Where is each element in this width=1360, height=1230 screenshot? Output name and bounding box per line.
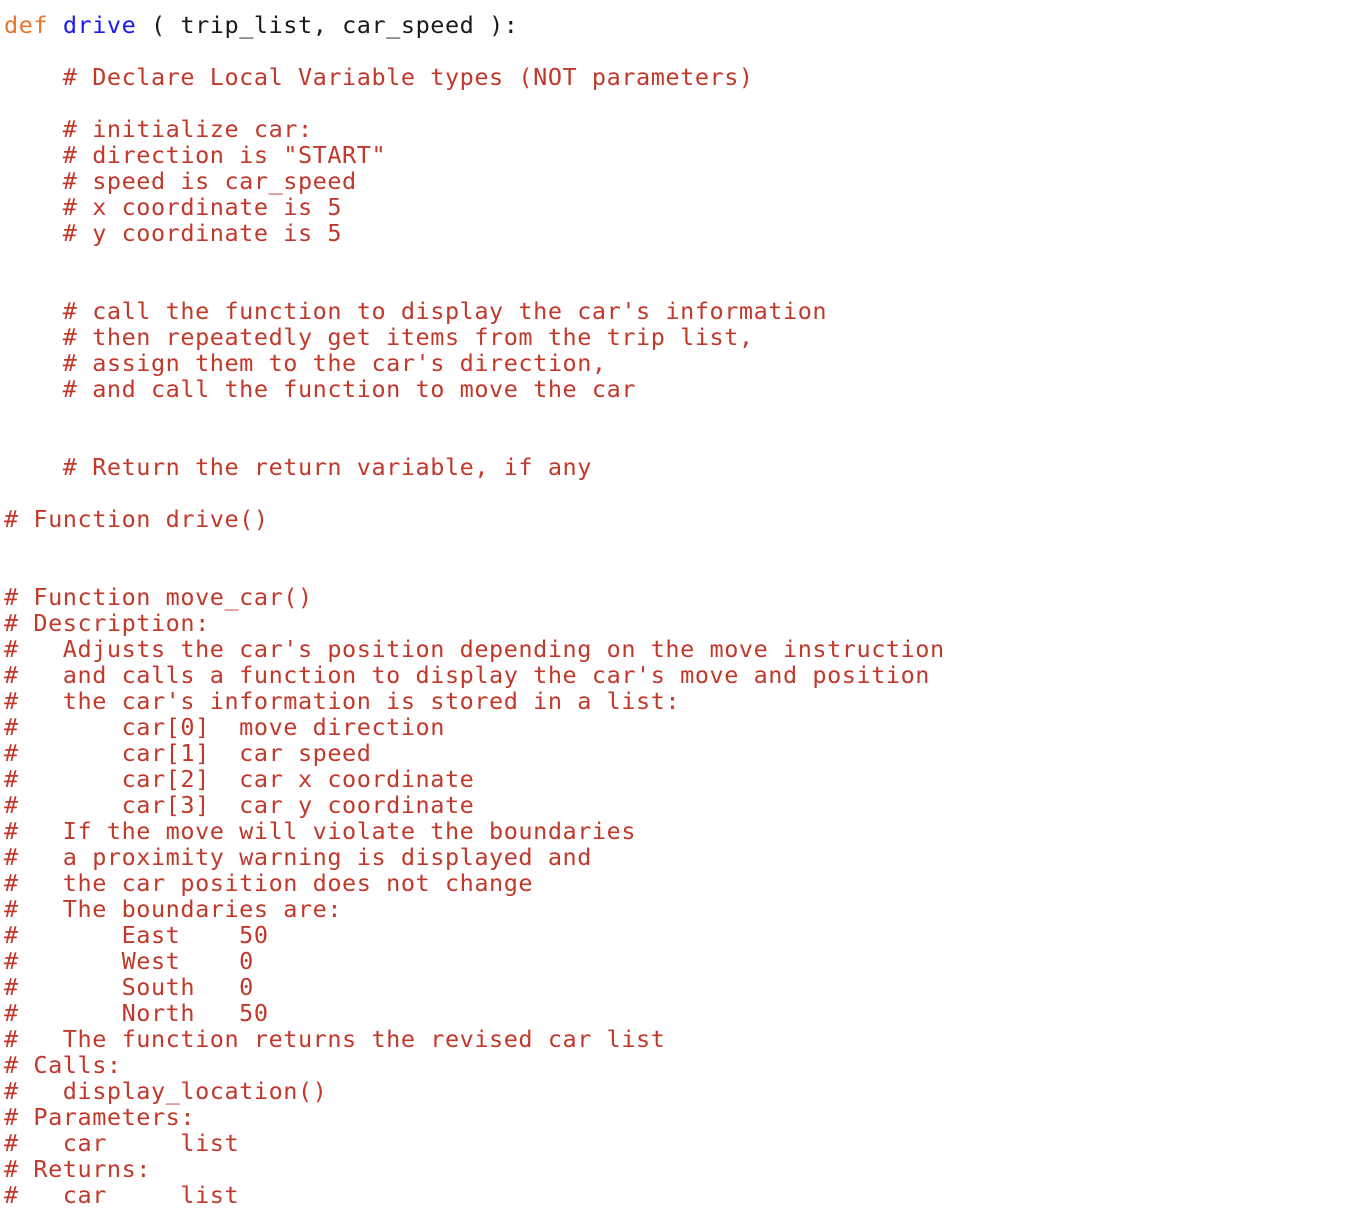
code-line-comment[interactable]: # The function returns the revised car l…: [4, 1026, 1360, 1052]
comment-text: # Function move_car(): [4, 583, 313, 611]
code-line-comment[interactable]: # car[0] move direction: [4, 714, 1360, 740]
code-line-comment[interactable]: # display_location(): [4, 1078, 1360, 1104]
comment-text: # Description:: [4, 609, 210, 637]
comment-text: # a proximity warning is displayed and: [4, 843, 592, 871]
comment-text: # display_location(): [4, 1077, 328, 1105]
code-line-comment[interactable]: # Calls:: [4, 1052, 1360, 1078]
comment-text: # If the move will violate the boundarie…: [4, 817, 637, 845]
code-line-comment[interactable]: # and call the function to move the car: [4, 376, 1360, 402]
signature-space: [48, 11, 63, 39]
code-line-comment[interactable]: # car[1] car speed: [4, 740, 1360, 766]
code-line-comment[interactable]: # Return the return variable, if any: [4, 454, 1360, 480]
comment-text: # direction is "START": [4, 141, 387, 169]
code-line-blank[interactable]: [4, 402, 1360, 428]
code-editor[interactable]: def drive ( trip_list, car_speed ): # De…: [0, 0, 1360, 1230]
code-line-comment[interactable]: # Function drive(): [4, 506, 1360, 532]
code-line-blank[interactable]: [4, 272, 1360, 298]
code-line-comment[interactable]: # assign them to the car's direction,: [4, 350, 1360, 376]
comment-text: # The boundaries are:: [4, 895, 343, 923]
comment-text: # and calls a function to display the ca…: [4, 661, 930, 689]
comment-text: # Returns:: [4, 1155, 151, 1183]
comment-text: # Return the return variable, if any: [4, 453, 592, 481]
comment-text: # car list: [4, 1129, 240, 1157]
code-line-comment[interactable]: # call the function to display the car's…: [4, 298, 1360, 324]
code-line-blank[interactable]: [4, 90, 1360, 116]
code-line-comment[interactable]: # Declare Local Variable types (NOT para…: [4, 64, 1360, 90]
comment-text: # car[2] car x coordinate: [4, 765, 475, 793]
code-line-comment[interactable]: # Returns:: [4, 1156, 1360, 1182]
code-line-comment[interactable]: # West 0: [4, 948, 1360, 974]
code-line-comment[interactable]: # the car position does not change: [4, 870, 1360, 896]
code-line-comment[interactable]: # x coordinate is 5: [4, 194, 1360, 220]
comment-text: # car[3] car y coordinate: [4, 791, 475, 819]
comment-text: # initialize car:: [4, 115, 313, 143]
comment-text: # West 0: [4, 947, 254, 975]
comment-text: # x coordinate is 5: [4, 193, 343, 221]
code-line-comment[interactable]: # car list: [4, 1182, 1360, 1208]
code-line-blank[interactable]: [4, 532, 1360, 558]
keyword-def: def: [4, 11, 49, 39]
code-body: # Declare Local Variable types (NOT para…: [4, 38, 1360, 1208]
comment-text: # The function returns the revised car l…: [4, 1025, 666, 1053]
comment-text: # then repeatedly get items from the tri…: [4, 323, 754, 351]
code-line-comment[interactable]: # y coordinate is 5: [4, 220, 1360, 246]
code-line-blank[interactable]: [4, 38, 1360, 64]
code-line-comment[interactable]: # Description:: [4, 610, 1360, 636]
code-line-comment[interactable]: # If the move will violate the boundarie…: [4, 818, 1360, 844]
code-line-function-signature[interactable]: def drive ( trip_list, car_speed ):: [4, 12, 1360, 38]
comment-text: # the car position does not change: [4, 869, 534, 897]
code-line-comment[interactable]: # East 50: [4, 922, 1360, 948]
code-line-comment[interactable]: # and calls a function to display the ca…: [4, 662, 1360, 688]
code-line-comment[interactable]: # speed is car_speed: [4, 168, 1360, 194]
code-line-comment[interactable]: # initialize car:: [4, 116, 1360, 142]
comment-text: # Function drive(): [4, 505, 269, 533]
code-line-comment[interactable]: # South 0: [4, 974, 1360, 1000]
comment-text: # Parameters:: [4, 1103, 196, 1131]
comment-text: # the car's information is stored in a l…: [4, 687, 681, 715]
comment-text: # Adjusts the car's position depending o…: [4, 635, 945, 663]
code-line-comment[interactable]: # Adjusts the car's position depending o…: [4, 636, 1360, 662]
code-line-comment[interactable]: # then repeatedly get items from the tri…: [4, 324, 1360, 350]
comment-text: # and call the function to move the car: [4, 375, 637, 403]
comment-text: # call the function to display the car's…: [4, 297, 828, 325]
comment-text: # y coordinate is 5: [4, 219, 343, 247]
code-line-comment[interactable]: # car list: [4, 1130, 1360, 1156]
comment-text: # East 50: [4, 921, 269, 949]
function-parameter-list: ( trip_list, car_speed ):: [136, 11, 519, 39]
code-line-blank[interactable]: [4, 246, 1360, 272]
comment-text: # car[0] move direction: [4, 713, 445, 741]
code-line-comment[interactable]: # a proximity warning is displayed and: [4, 844, 1360, 870]
code-line-comment[interactable]: # North 50: [4, 1000, 1360, 1026]
code-line-blank[interactable]: [4, 558, 1360, 584]
code-line-comment[interactable]: # The boundaries are:: [4, 896, 1360, 922]
code-line-comment[interactable]: # direction is "START": [4, 142, 1360, 168]
comment-text: # Declare Local Variable types (NOT para…: [4, 63, 754, 91]
code-line-comment[interactable]: # Parameters:: [4, 1104, 1360, 1130]
code-line-comment[interactable]: # the car's information is stored in a l…: [4, 688, 1360, 714]
code-line-blank[interactable]: [4, 428, 1360, 454]
code-line-blank[interactable]: [4, 480, 1360, 506]
comment-text: # Calls:: [4, 1051, 122, 1079]
comment-text: # North 50: [4, 999, 269, 1027]
function-name-drive: drive: [62, 11, 137, 39]
comment-text: # speed is car_speed: [4, 167, 357, 195]
code-line-comment[interactable]: # car[3] car y coordinate: [4, 792, 1360, 818]
comment-text: # car list: [4, 1181, 240, 1209]
comment-text: # car[1] car speed: [4, 739, 372, 767]
comment-text: # assign them to the car's direction,: [4, 349, 607, 377]
code-line-comment[interactable]: # car[2] car x coordinate: [4, 766, 1360, 792]
code-line-comment[interactable]: # Function move_car(): [4, 584, 1360, 610]
comment-text: # South 0: [4, 973, 254, 1001]
